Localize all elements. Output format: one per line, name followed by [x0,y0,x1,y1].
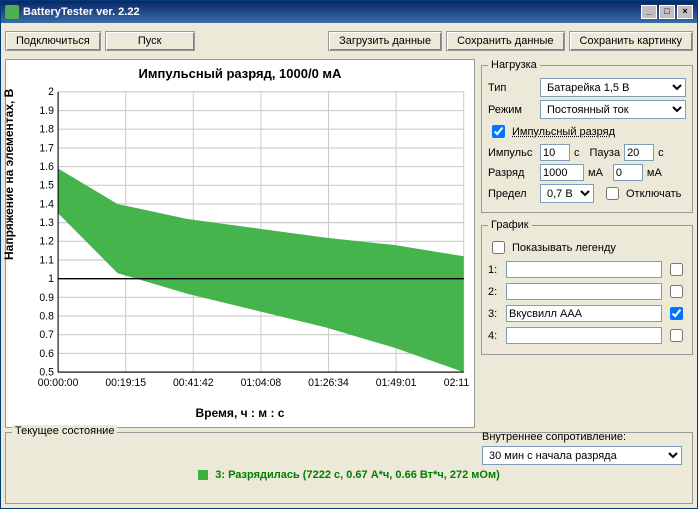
svg-text:01:49:01: 01:49:01 [376,376,417,389]
load-group: Нагрузка Тип Батарейка 1,5 В Режим Посто… [481,59,693,213]
series-num: 3: [488,308,502,320]
load-data-button[interactable]: Загрузить данные [328,31,442,51]
impulse-label: Импульсный разряд [512,126,615,138]
discharge2-input[interactable] [613,164,643,181]
series-checkbox-1[interactable] [670,263,683,276]
svg-text:1.9: 1.9 [39,105,54,118]
svg-text:1.2: 1.2 [39,235,54,248]
titlebar: BatteryTester ver. 2.22 _ □ × [1,1,697,23]
svg-text:1: 1 [48,273,54,286]
pause-unit: с [658,147,664,159]
svg-text:1.7: 1.7 [39,142,54,155]
connect-button[interactable]: Подключиться [5,31,101,51]
type-label: Тип [488,82,536,94]
series-checkbox-4[interactable] [670,329,683,342]
imp-unit: с [574,147,580,159]
series-name-input-1[interactable] [506,261,662,278]
discharge-unit: мА [588,167,603,179]
series-num: 1: [488,264,502,276]
graph-legend: График [488,219,532,231]
svg-text:00:41:42: 00:41:42 [173,376,214,389]
load-legend: Нагрузка [488,59,540,71]
svg-text:01:26:34: 01:26:34 [308,376,349,389]
svg-text:00:00:00: 00:00:00 [38,376,79,389]
minimize-button[interactable]: _ [641,5,657,19]
chart-xlabel: Время, ч : м : с [10,406,470,420]
impulse-input[interactable] [540,144,570,161]
title-text: BatteryTester ver. 2.22 [23,6,140,18]
discharge-input[interactable] [540,164,584,181]
close-button[interactable]: × [677,5,693,19]
svg-text:0.7: 0.7 [39,329,54,342]
chart-ylabel: Напряжение на элементах, В [2,88,16,259]
app-window: BatteryTester ver. 2.22 _ □ × Подключить… [0,0,698,509]
series-checkbox-3[interactable] [670,307,683,320]
svg-text:1.5: 1.5 [39,179,54,192]
svg-text:1.3: 1.3 [39,217,54,230]
app-icon [5,5,19,19]
svg-text:01:04:08: 01:04:08 [241,376,282,389]
type-select[interactable]: Батарейка 1,5 В [540,78,686,97]
series-name-input-2[interactable] [506,283,662,300]
toolbar: Подключиться Пуск Загрузить данные Сохра… [5,27,693,55]
status-text: 3: Разрядилась (7222 с, 0.67 А*ч, 0.66 В… [215,469,499,481]
svg-text:0.8: 0.8 [39,310,54,323]
save-data-button[interactable]: Сохранить данные [446,31,564,51]
chart-svg: 0.50.60.70.80.911.11.21.31.41.51.61.71.8… [10,85,470,404]
maximize-button[interactable]: □ [659,5,675,19]
svg-text:0.6: 0.6 [39,347,54,360]
status-legend: Текущее состояние [12,425,117,437]
series-num: 4: [488,330,502,342]
imp-label: Импульс [488,147,536,159]
legend-label: Показывать легенду [512,242,616,254]
graph-group: График Показывать легенду 1: 2: 3: 4: [481,219,693,355]
svg-text:1.8: 1.8 [39,123,54,136]
svg-text:2: 2 [48,86,54,99]
resistance-label: Внутреннее сопротивление: [482,431,682,443]
resistance-select[interactable]: 30 мин с начала разряда [482,446,682,465]
limit-select[interactable]: 0,7 В [540,184,594,203]
limit-label: Предел [488,188,536,200]
svg-text:0.9: 0.9 [39,291,54,304]
impulse-checkbox[interactable] [492,125,505,138]
series-checkbox-2[interactable] [670,285,683,298]
start-button[interactable]: Пуск [105,31,195,51]
status-group: Текущее состояние 3: Разрядилась (7222 с… [5,432,693,504]
series-name-input-4[interactable] [506,327,662,344]
mode-label: Режим [488,104,536,116]
series-num: 2: [488,286,502,298]
svg-text:1.1: 1.1 [39,254,54,267]
discharge-label: Разряд [488,167,536,179]
series-name-input-3[interactable] [506,305,662,322]
legend-checkbox[interactable] [492,241,505,254]
status-dot [198,470,208,480]
pause-input[interactable] [624,144,654,161]
svg-text:1.4: 1.4 [39,198,54,211]
svg-text:00:19:15: 00:19:15 [105,376,146,389]
discharge2-unit: мА [647,167,662,179]
chart-title: Импульсный разряд, 1000/0 мА [10,66,470,81]
mode-select[interactable]: Постоянный ток [540,100,686,119]
off-checkbox[interactable] [606,187,619,200]
sidebar: Нагрузка Тип Батарейка 1,5 В Режим Посто… [481,59,693,428]
svg-text:1.6: 1.6 [39,161,54,174]
svg-text:02:11:27: 02:11:27 [444,376,470,389]
chart-panel: Импульсный разряд, 1000/0 мА Напряжение … [5,59,475,428]
save-image-button[interactable]: Сохранить картинку [569,31,693,51]
off-label: Отключать [626,188,681,200]
pause-label: Пауза [590,147,621,159]
